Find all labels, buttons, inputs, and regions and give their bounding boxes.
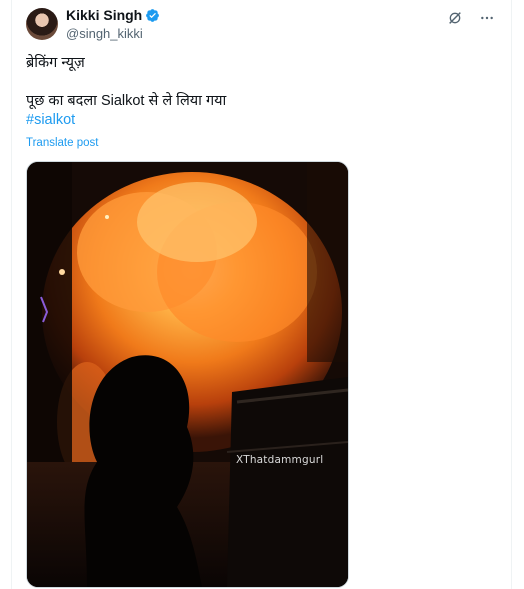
tweet-line-2: पूछ का बदला Sialkot से ले लिया गया — [26, 93, 227, 109]
media-watermark: XThatdammgurl — [236, 454, 324, 466]
avatar[interactable] — [26, 8, 58, 40]
tweet-line-1: ब्रेकिंग न्यूज़ — [26, 55, 85, 71]
more-icon[interactable] — [477, 8, 497, 28]
media-video[interactable]: XThatdammgurl — [26, 161, 349, 588]
verified-badge-icon — [146, 8, 160, 22]
translate-post-link[interactable]: Translate post — [26, 137, 98, 149]
author-name[interactable]: Kikki Singh — [66, 7, 142, 23]
tweet-actions-top — [445, 8, 497, 28]
author-handle[interactable]: @singh_kikki — [66, 26, 143, 41]
fire-scene-image — [27, 162, 348, 587]
tweet-text: ब्रेकिंग न्यूज़ पूछ का बदला Sialkot से ल… — [26, 54, 226, 130]
tweet-card[interactable]: Kikki Singh @singh_kikki ब्रेकिंग न्यूज़… — [11, 0, 512, 589]
grok-icon[interactable] — [445, 8, 465, 28]
author-row: Kikki Singh — [66, 7, 160, 23]
hashtag-link[interactable]: #sialkot — [26, 111, 226, 130]
